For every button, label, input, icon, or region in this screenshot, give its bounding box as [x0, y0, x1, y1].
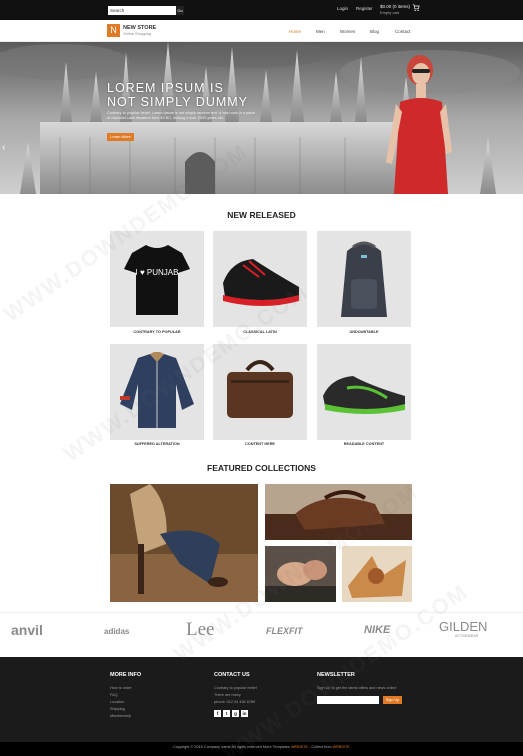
collection-photo: [265, 484, 412, 540]
copyright-link-2[interactable]: WEBSITE: [333, 745, 350, 749]
copyright-text: Copyright © 2015 Company name All rights…: [173, 745, 290, 749]
product-card[interactable]: [110, 344, 204, 440]
brand-gilden-sub: ACTIVEWEAR: [455, 634, 479, 638]
product-card[interactable]: [317, 344, 411, 440]
slider-prev-arrow-icon[interactable]: ‹: [2, 142, 5, 153]
new-released-title: NEW RELEASED: [227, 210, 296, 220]
product-label[interactable]: READABLE CONTENT: [317, 442, 411, 446]
copyright-link-1[interactable]: WEBSITE: [291, 745, 308, 749]
footer-newsletter-title: NEWSLETTER: [317, 672, 355, 678]
sneaker-icon: [223, 259, 299, 306]
nav-contact[interactable]: Contact: [395, 29, 411, 34]
twitter-icon[interactable]: t: [223, 710, 230, 717]
product-label[interactable]: SUFFERED ALTERATION: [110, 442, 204, 446]
hero-learn-more-button[interactable]: Learn More: [107, 133, 134, 141]
hero-slider: LOREM IPSUM IS NOT SIMPLY DUMMY Contrary…: [0, 42, 523, 194]
nav-women[interactable]: Women: [340, 29, 355, 34]
top-bar: Search Go Login Register $0.00 (0 items)…: [0, 0, 523, 20]
brand-nike[interactable]: NIKE: [364, 624, 390, 636]
cart-summary[interactable]: $0.00 (0 items) Empty cart: [380, 4, 410, 16]
featured-collections-title: FEATURED COLLECTIONS: [207, 463, 316, 473]
copyright-bar: Copyright © 2015 Company name All rights…: [0, 742, 523, 756]
collection-image-top[interactable]: [265, 484, 412, 540]
newsletter-email-input[interactable]: [317, 696, 379, 704]
product-card[interactable]: [213, 231, 307, 327]
contact-line: There are many: [214, 693, 241, 697]
product-label[interactable]: CONTRARY TO POPULAR: [110, 330, 204, 334]
login-link[interactable]: Login: [337, 6, 348, 11]
contact-line: Contrary to popular belief: [214, 686, 257, 690]
brand-lee[interactable]: Lee: [186, 619, 214, 641]
linkedin-icon[interactable]: in: [241, 710, 248, 717]
backpack-icon: [341, 241, 387, 317]
footer-link[interactable]: How to order: [110, 686, 132, 690]
search-button[interactable]: Go: [176, 6, 184, 15]
footer-more-info-title: MORE INFO: [110, 672, 142, 678]
nav-home[interactable]: Home: [289, 29, 301, 34]
jacket-icon: [120, 352, 194, 428]
bag-icon: [227, 360, 293, 418]
hero-description: Contrary to popular belief, Lorem Ipsum …: [107, 111, 256, 120]
store-tagline: Online Shopping: [123, 32, 152, 36]
contact-phone: phone: 012 34 456 6789: [214, 700, 256, 704]
newsletter-text: Sign Up to get the latest offers and new…: [317, 686, 397, 690]
collection-photo: [110, 484, 258, 602]
brand-strip: anvil adidas Lee FLEXFIT NIKE GILDEN ACT…: [0, 612, 523, 648]
brand-gilden[interactable]: GILDEN: [439, 619, 487, 634]
footer-link[interactable]: FAQ: [110, 693, 118, 697]
facebook-icon[interactable]: f: [214, 710, 221, 717]
footer: MORE INFO How to order FAQ Location Ship…: [0, 657, 523, 742]
copyright-mid: - Collect from: [309, 745, 333, 749]
tshirt-print: I ♥ PUNJAB: [136, 268, 179, 277]
footer-link[interactable]: Shipping: [110, 707, 125, 711]
product-card[interactable]: I ♥ PUNJAB: [110, 231, 204, 327]
shoe-icon: [323, 376, 405, 414]
cart-total: $0.00 (0 items): [380, 4, 411, 9]
collection-image-bottom-left[interactable]: [265, 546, 336, 602]
store-name[interactable]: NEW STORE: [123, 25, 156, 31]
tshirt-icon: I ♥ PUNJAB: [124, 245, 190, 315]
cart-status: Empty cart: [380, 10, 400, 15]
collection-photo: [342, 546, 412, 602]
logo-icon[interactable]: N: [107, 24, 120, 37]
footer-contact-title: CONTACT US: [214, 672, 250, 678]
footer-link[interactable]: Location: [110, 700, 124, 704]
hero-image: [0, 42, 523, 194]
brand-adidas[interactable]: adidas: [104, 627, 129, 636]
main-navbar: N NEW STORE Online Shopping Home Men Wom…: [0, 20, 523, 42]
search-input[interactable]: Search Go: [108, 6, 184, 15]
newsletter-signup-button[interactable]: Sign Up: [383, 696, 402, 704]
product-card[interactable]: [317, 231, 411, 327]
product-card[interactable]: [213, 344, 307, 440]
collection-image-large[interactable]: [110, 484, 258, 602]
hero-title: LOREM IPSUM IS NOT SIMPLY DUMMY: [107, 81, 248, 109]
brand-flexfit[interactable]: FLEXFIT: [266, 626, 303, 636]
collection-image-bottom-right[interactable]: [342, 546, 412, 602]
register-link[interactable]: Register: [356, 6, 373, 11]
search-placeholder: Search: [110, 8, 125, 13]
cart-icon[interactable]: [412, 4, 420, 12]
collection-photo: [265, 546, 336, 602]
nav-men[interactable]: Men: [316, 29, 325, 34]
hero-title-line2: NOT SIMPLY DUMMY: [107, 95, 249, 109]
product-label[interactable]: CLASSICAL LATIN: [213, 330, 307, 334]
product-label[interactable]: CONTENT HERE: [213, 442, 307, 446]
hero-title-line1: LOREM IPSUM IS: [107, 81, 224, 95]
brand-anvil[interactable]: anvil: [11, 622, 43, 638]
nav-blog[interactable]: Blog: [370, 29, 379, 34]
footer-link[interactable]: Membership: [110, 714, 131, 718]
product-label[interactable]: UNDOUBTABLE: [317, 330, 411, 334]
google-plus-icon[interactable]: g: [232, 710, 239, 717]
